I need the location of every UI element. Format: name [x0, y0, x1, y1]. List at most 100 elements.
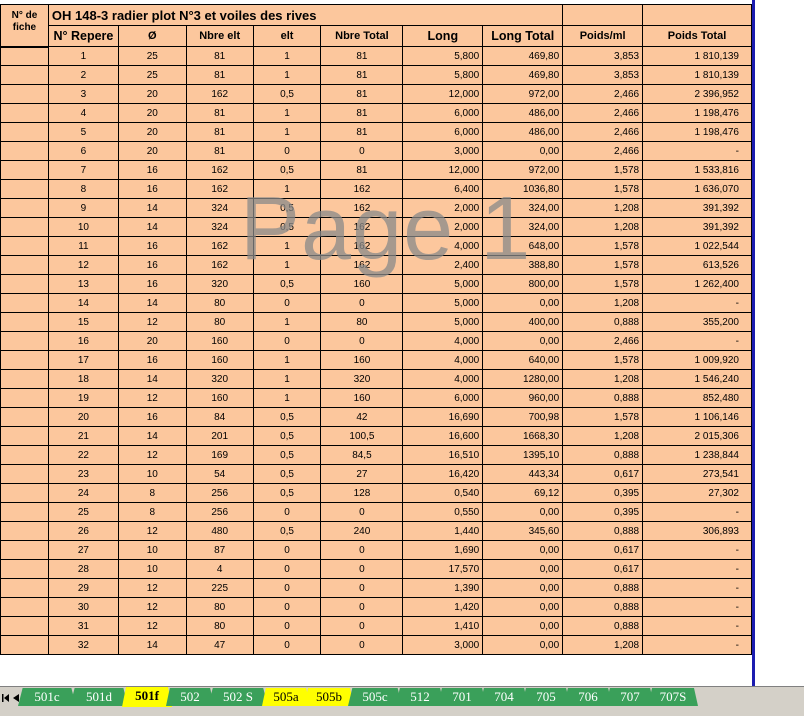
table-cell[interactable]: 1280,00	[482, 369, 564, 389]
table-cell[interactable]: 1 198,476	[642, 122, 752, 142]
table-cell[interactable]: 80	[185, 616, 254, 636]
table-cell[interactable]: 1	[252, 350, 322, 370]
table-cell[interactable]: 388,80	[482, 255, 564, 275]
column-header[interactable]: Long Total	[482, 25, 564, 47]
table-cell[interactable]: 7	[47, 160, 119, 180]
table-cell[interactable]: 2 396,952	[642, 84, 752, 104]
table-cell[interactable]: -	[642, 635, 752, 655]
table-cell[interactable]: 469,80	[482, 65, 564, 85]
fiche-cell[interactable]	[0, 502, 49, 522]
column-header[interactable]: N° Repere	[47, 25, 119, 47]
fiche-cell[interactable]	[0, 274, 49, 294]
table-cell[interactable]: 16	[47, 331, 119, 351]
table-cell[interactable]: 1,578	[562, 274, 644, 294]
table-cell[interactable]: 16,600	[402, 426, 484, 446]
table-cell[interactable]: 0	[252, 635, 322, 655]
table-cell[interactable]: 1,578	[562, 179, 644, 199]
table-cell[interactable]: 0,5	[252, 217, 322, 237]
table-cell[interactable]: 162	[185, 84, 254, 104]
table-cell[interactable]: 972,00	[482, 160, 564, 180]
table-cell[interactable]: 0	[320, 616, 404, 636]
table-cell[interactable]: 16	[117, 236, 187, 256]
table-cell[interactable]: 16	[117, 274, 187, 294]
table-cell[interactable]: 486,00	[482, 122, 564, 142]
table-cell[interactable]: 648,00	[482, 236, 564, 256]
table-cell[interactable]: 0,5	[252, 198, 322, 218]
fiche-cell[interactable]	[0, 483, 49, 503]
table-cell[interactable]: 162	[185, 236, 254, 256]
fiche-cell[interactable]	[0, 198, 49, 218]
table-cell[interactable]: 81	[320, 103, 404, 123]
table-cell[interactable]: 0,5	[252, 84, 322, 104]
table-cell[interactable]: 27	[47, 540, 119, 560]
table-cell[interactable]: 4,000	[402, 369, 484, 389]
table-cell[interactable]: 5,000	[402, 274, 484, 294]
table-cell[interactable]: 0,540	[402, 483, 484, 503]
table-cell[interactable]: 0,5	[252, 464, 322, 484]
sheet-tab-707[interactable]: 707	[606, 688, 654, 706]
table-cell[interactable]: 852,480	[642, 388, 752, 408]
table-cell[interactable]: 8	[47, 179, 119, 199]
fiche-cell[interactable]	[0, 103, 49, 123]
table-cell[interactable]: 391,392	[642, 198, 752, 218]
table-cell[interactable]: 160	[185, 388, 254, 408]
fiche-cell[interactable]	[0, 141, 49, 161]
table-cell[interactable]: 0	[252, 141, 322, 161]
table-cell[interactable]: 16	[117, 179, 187, 199]
table-cell[interactable]: 0,00	[482, 616, 564, 636]
table-cell[interactable]: 81	[185, 122, 254, 142]
sheet-tab-502[interactable]: 502	[166, 688, 214, 706]
table-cell[interactable]: 1,420	[402, 597, 484, 617]
table-cell[interactable]: 1395,10	[482, 445, 564, 465]
table-cell[interactable]: 1,208	[562, 369, 644, 389]
table-cell[interactable]: 54	[185, 464, 254, 484]
column-header[interactable]: Nbre elt	[185, 25, 254, 47]
table-cell[interactable]: 81	[185, 65, 254, 85]
table-cell[interactable]: -	[642, 141, 752, 161]
table-cell[interactable]: 324	[185, 217, 254, 237]
table-cell[interactable]: 32	[47, 635, 119, 655]
table-cell[interactable]: 1,440	[402, 521, 484, 541]
table-cell[interactable]: 0	[252, 597, 322, 617]
table-cell[interactable]: 1 009,920	[642, 350, 752, 370]
table-cell[interactable]: 23	[47, 464, 119, 484]
table-cell[interactable]: 1 262,400	[642, 274, 752, 294]
table-cell[interactable]: 0	[252, 616, 322, 636]
table-cell[interactable]: 22	[47, 445, 119, 465]
table-cell[interactable]: 324,00	[482, 217, 564, 237]
table-cell[interactable]: 17,570	[402, 559, 484, 579]
fiche-cell[interactable]	[0, 616, 49, 636]
table-cell[interactable]: 20	[117, 122, 187, 142]
table-cell[interactable]: 0,00	[482, 293, 564, 313]
table-cell[interactable]: 355,200	[642, 312, 752, 332]
table-cell[interactable]: 201	[185, 426, 254, 446]
table-cell[interactable]: 16,420	[402, 464, 484, 484]
table-cell[interactable]: 0,5	[252, 483, 322, 503]
fiche-cell[interactable]	[0, 312, 49, 332]
table-cell[interactable]: 160	[185, 331, 254, 351]
table-cell[interactable]: 0,00	[482, 141, 564, 161]
table-cell[interactable]: 81	[320, 84, 404, 104]
table-cell[interactable]: 25	[117, 46, 187, 66]
table-cell[interactable]: 0	[252, 540, 322, 560]
table-cell[interactable]: 324	[185, 198, 254, 218]
table-cell[interactable]: 1,578	[562, 236, 644, 256]
table-cell[interactable]: 0,617	[562, 464, 644, 484]
table-cell[interactable]: 0,888	[562, 312, 644, 332]
table-cell[interactable]: 1,208	[562, 198, 644, 218]
table-cell[interactable]: 169	[185, 445, 254, 465]
table-cell[interactable]: 0	[252, 502, 322, 522]
table-cell[interactable]: 256	[185, 483, 254, 503]
table-cell[interactable]: 162	[320, 236, 404, 256]
table-cell[interactable]: 25	[117, 65, 187, 85]
fiche-cell[interactable]	[0, 388, 49, 408]
table-cell[interactable]: 25	[47, 502, 119, 522]
table-cell[interactable]: 12	[47, 255, 119, 275]
table-cell[interactable]: 1,578	[562, 350, 644, 370]
fiche-cell[interactable]	[0, 331, 49, 351]
table-cell[interactable]: 0	[252, 559, 322, 579]
table-cell[interactable]: 80	[185, 293, 254, 313]
table-cell[interactable]: 1,578	[562, 160, 644, 180]
table-cell[interactable]: 273,541	[642, 464, 752, 484]
table-cell[interactable]: 1	[252, 122, 322, 142]
